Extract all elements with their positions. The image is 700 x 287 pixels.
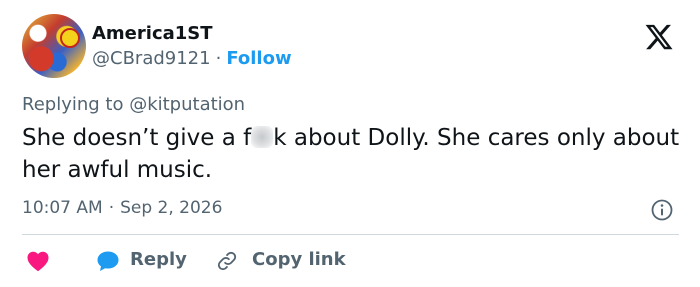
replying-mention[interactable]: @kitputation (129, 94, 245, 115)
tweet-text: She doesn’t give a fk about Dolly. She c… (22, 122, 687, 186)
avatar[interactable] (22, 14, 86, 78)
follow-button[interactable]: Follow (226, 48, 291, 69)
author-display-name[interactable]: America1ST (92, 23, 213, 44)
copy-link-button[interactable]: Copy link (252, 249, 346, 270)
action-bar: Reply Copy link (22, 245, 682, 275)
author-handle-row: @CBrad9121 · Follow (92, 48, 292, 69)
author-handle[interactable]: @CBrad9121 (92, 48, 211, 69)
tweet-time[interactable]: 10:07 AM (22, 198, 103, 218)
reply-button[interactable]: Reply (130, 249, 187, 270)
tweet-timestamp[interactable]: 10:07 AM · Sep 2, 2026 (22, 198, 222, 218)
replying-to: Replying to @kitputation (22, 94, 245, 115)
speech-bubble-icon[interactable] (96, 250, 120, 272)
x-logo-icon[interactable] (643, 22, 675, 52)
avatar-badge (60, 28, 80, 48)
tweet-date[interactable]: Sep 2, 2026 (120, 198, 222, 218)
tweet-text-part-1: She doesn’t give a f (22, 125, 252, 151)
separator-dot: · (215, 48, 222, 69)
link-icon[interactable] (215, 250, 239, 272)
meta-separator: · (108, 198, 115, 218)
censored-blur (251, 126, 274, 148)
info-icon[interactable] (650, 198, 674, 222)
divider (22, 234, 679, 235)
heart-icon[interactable] (26, 250, 50, 272)
replying-prefix: Replying to (22, 94, 130, 115)
